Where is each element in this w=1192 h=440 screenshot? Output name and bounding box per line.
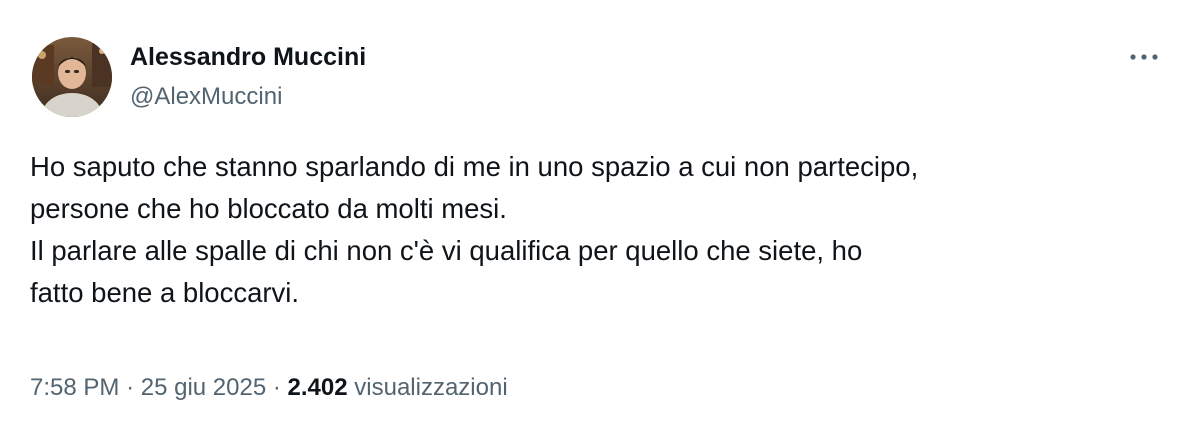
more-options-button[interactable]: [1126, 44, 1162, 70]
more-horizontal-icon: [1130, 54, 1158, 60]
separator: ·: [126, 374, 135, 401]
author-info: Alessandro Muccini @AlexMuccini: [130, 41, 366, 112]
author-handle[interactable]: @AlexMuccini: [130, 82, 366, 112]
tweet-text-line: Ho saputo che stanno sparlando di me in …: [30, 151, 919, 182]
tweet-text-line: Il parlare alle spalle di chi non c'è vi…: [30, 235, 863, 266]
tweet-metadata: 7:58 PM · 25 giu 2025 · 2.402 visualizza…: [30, 370, 508, 406]
tweet-card: Alessandro Muccini @AlexMuccini Ho saput…: [0, 0, 1192, 440]
tweet-date[interactable]: 25 giu 2025: [141, 374, 266, 401]
views-label: visualizzazioni: [354, 374, 508, 401]
avatar[interactable]: [32, 37, 112, 117]
separator: ·: [272, 374, 281, 401]
tweet-text-line: fatto bene a bloccarvi.: [30, 277, 300, 308]
avatar-photo: [32, 37, 112, 117]
author-display-name[interactable]: Alessandro Muccini: [130, 41, 366, 73]
tweet-time[interactable]: 7:58 PM: [30, 374, 119, 401]
tweet-text-line: persone che ho bloccato da molti mesi.: [30, 193, 507, 224]
tweet-text: Ho saputo che stanno sparlando di me in …: [30, 146, 1170, 314]
views-count: 2.402: [287, 374, 348, 401]
